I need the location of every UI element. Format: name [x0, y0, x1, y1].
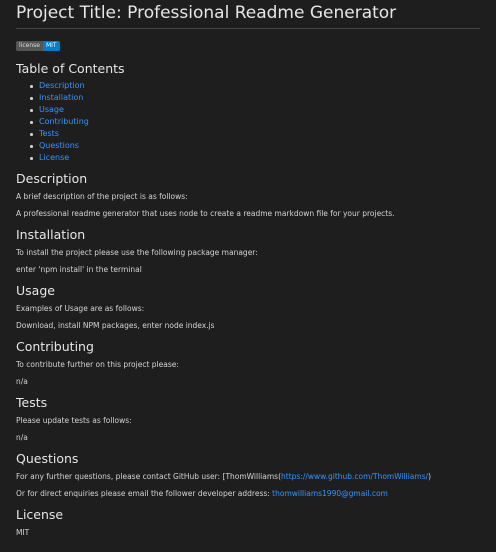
toc-item-description: Description	[30, 80, 480, 92]
toc-heading: Table of Contents	[16, 61, 125, 76]
description-line1: A brief description of the project is as…	[16, 192, 188, 201]
tests-heading: Tests	[16, 395, 48, 410]
contributing-heading: Contributing	[16, 339, 94, 354]
contributing-line2: n/a	[16, 377, 28, 386]
description-heading: Description	[16, 171, 88, 186]
toc-item-license: License	[30, 152, 480, 164]
usage-line2: Download, install NPM packages, enter no…	[16, 321, 215, 330]
usage-line1: Examples of Usage are as follows:	[16, 304, 145, 313]
section-description: Description A brief description of the p…	[16, 171, 480, 220]
email-link[interactable]: thomwilliams1990@gmail.com	[272, 489, 388, 498]
toc-item-contributing: Contributing	[30, 116, 480, 128]
questions-line1-prefix: For any further questions, please contac…	[16, 472, 282, 481]
questions-line2-prefix: Or for direct enquiries please email the…	[16, 489, 273, 498]
questions-line1-suffix: )	[428, 472, 432, 481]
license-heading: License	[16, 507, 64, 522]
toc-item-questions: Questions	[30, 140, 480, 152]
readme-preview: Project Title: Professional Readme Gener…	[0, 0, 496, 539]
toc-link-usage[interactable]: Usage	[39, 105, 64, 114]
toc-link-tests[interactable]: Tests	[39, 129, 59, 138]
installation-heading: Installation	[16, 227, 86, 242]
badge-value: MIT	[42, 41, 60, 51]
questions-line2: Or for direct enquiries please email the…	[16, 488, 480, 500]
toc-item-tests: Tests	[30, 128, 480, 140]
toc-link-installation[interactable]: Installation	[39, 93, 83, 102]
section-license: License MIT	[16, 507, 480, 539]
section-contributing: Contributing To contribute further on th…	[16, 339, 480, 388]
description-line2: A professional readme generator that use…	[16, 209, 395, 218]
toc-link-contributing[interactable]: Contributing	[39, 117, 89, 126]
section-installation: Installation To install the project plea…	[16, 227, 480, 276]
usage-heading: Usage	[16, 283, 55, 298]
license-text: MIT	[16, 528, 30, 537]
questions-line1: For any further questions, please contac…	[16, 471, 480, 483]
toc-list: Description Installation Usage Contribut…	[16, 80, 480, 164]
tests-line2: n/a	[16, 433, 28, 442]
badge-label: license	[16, 41, 43, 51]
section-tests: Tests Please update tests as follows: n/…	[16, 395, 480, 444]
toc-link-description[interactable]: Description	[39, 81, 85, 90]
tests-line1: Please update tests as follows:	[16, 416, 132, 425]
toc-item-installation: Installation	[30, 92, 480, 104]
installation-line1: To install the project please use the fo…	[16, 248, 258, 257]
github-link[interactable]: https://www.github.com/ThomWilliams/	[281, 472, 428, 481]
installation-line2: enter 'npm install' in the terminal	[16, 265, 142, 274]
section-questions: Questions For any further questions, ple…	[16, 451, 480, 500]
toc-link-license[interactable]: License	[39, 153, 69, 162]
questions-heading: Questions	[16, 451, 79, 466]
toc-item-usage: Usage	[30, 104, 480, 116]
license-badge: license MIT	[16, 41, 60, 51]
toc-link-questions[interactable]: Questions	[39, 141, 79, 150]
section-usage: Usage Examples of Usage are as follows: …	[16, 283, 480, 332]
contributing-line1: To contribute further on this project pl…	[16, 360, 179, 369]
page-title: Project Title: Professional Readme Gener…	[16, 4, 480, 29]
